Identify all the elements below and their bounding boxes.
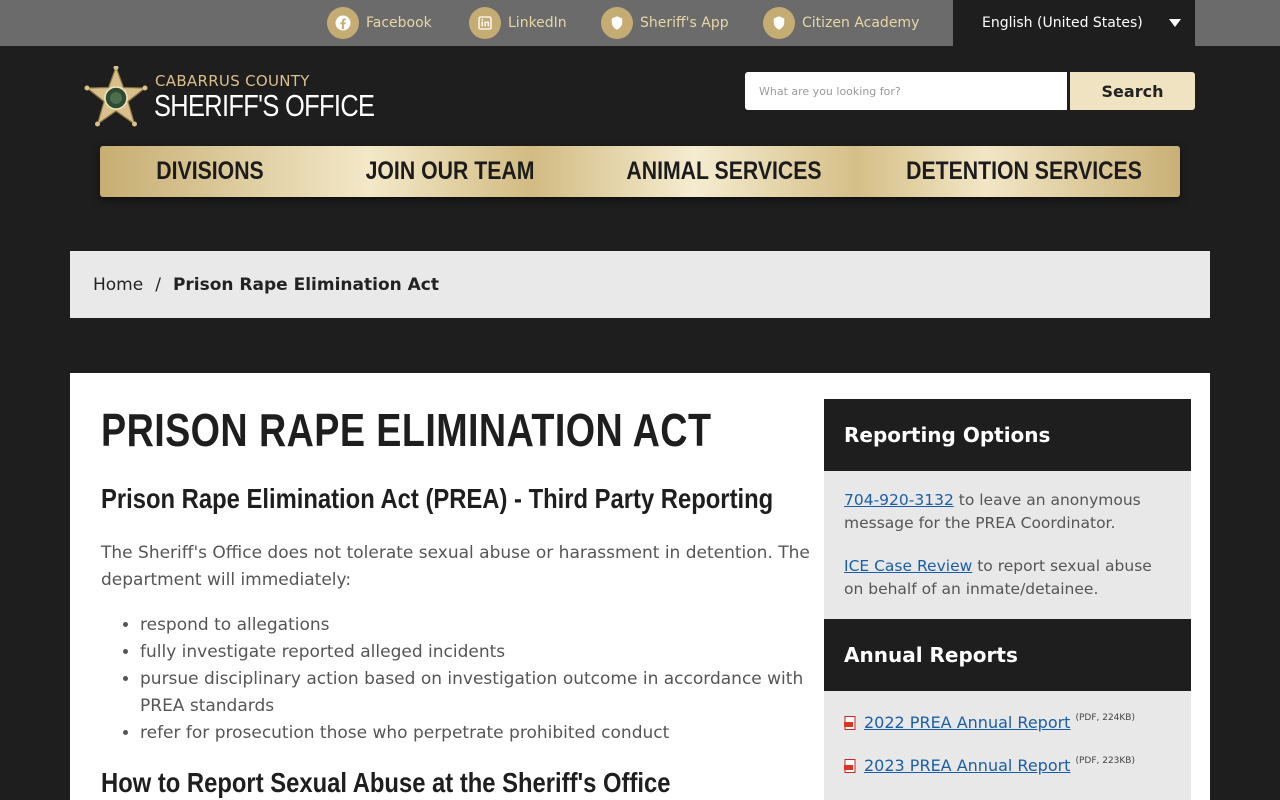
- linkedin-link[interactable]: LinkedIn: [469, 7, 567, 39]
- shield-icon: [763, 7, 795, 39]
- list-item: refer for prosecution those who perpetra…: [140, 720, 820, 747]
- facebook-label: Facebook: [366, 15, 432, 31]
- breadcrumb-current: Prison Rape Elimination Act: [172, 274, 440, 295]
- annual-reports-heading: Annual Reports: [824, 619, 1191, 691]
- sheriff-star-icon: [84, 66, 148, 127]
- logo-office-text: SHERIFF'S OFFICE: [154, 88, 375, 123]
- phone-paragraph: 704-920-3132 to leave an anonymous messa…: [844, 489, 1171, 535]
- search-button[interactable]: Search: [1070, 72, 1195, 110]
- report-2022-link[interactable]: 2022 PREA Annual Report: [864, 711, 1070, 734]
- reporting-options-heading: Reporting Options: [824, 399, 1191, 471]
- citizen-academy-label: Citizen Academy: [802, 15, 920, 31]
- list-item: pursue disciplinary action based on inve…: [140, 666, 820, 720]
- language-select[interactable]: English (United States): [953, 0, 1195, 46]
- citizen-academy-link[interactable]: Citizen Academy: [763, 7, 919, 39]
- list-item: respond to allegations: [140, 612, 820, 639]
- facebook-link[interactable]: Facebook: [327, 7, 432, 39]
- annual-reports-title: Annual Reports: [844, 643, 1018, 667]
- language-label: English (United States): [982, 15, 1143, 31]
- intro-paragraph: The Sheriff's Office does not tolerate s…: [101, 543, 810, 590]
- response-list: respond to allegations fully investigate…: [140, 612, 820, 747]
- report-2023-meta: (PDF, 223KB): [1075, 756, 1135, 766]
- ice-case-review-link[interactable]: ICE Case Review: [844, 557, 972, 575]
- linkedin-icon: [469, 7, 501, 39]
- site-logo[interactable]: CABARRUS COUNTY SHERIFF'S OFFICE: [84, 66, 384, 132]
- breadcrumb-home[interactable]: Home: [93, 275, 143, 295]
- nav-detention-services[interactable]: DETENTION SERVICES: [906, 146, 1142, 197]
- sheriffs-app-link[interactable]: Sheriff's App: [601, 7, 729, 39]
- search-input[interactable]: [745, 72, 1067, 110]
- top-utility-bar: Facebook LinkedIn Sheriff's App Citizen …: [0, 0, 1280, 46]
- pdf-icon: [844, 716, 856, 730]
- main-navigation: DIVISIONS JOIN OUR TEAM ANIMAL SERVICES …: [100, 146, 1180, 197]
- linkedin-label: LinkedIn: [508, 15, 567, 31]
- chevron-down-icon: [1169, 19, 1181, 27]
- page-title: PRISON RAPE ELIMINATION ACT: [101, 404, 712, 456]
- report-item: 2023 PREA Annual Report (PDF, 223KB): [844, 754, 1171, 777]
- section-heading-third-party: Prison Rape Elimination Act (PREA) - Thi…: [101, 483, 774, 514]
- report-2022-meta: (PDF, 224KB): [1075, 713, 1135, 723]
- annual-reports-body: 2022 PREA Annual Report (PDF, 224KB) 202…: [824, 691, 1191, 800]
- ice-paragraph: ICE Case Review to report sexual abuse o…: [844, 555, 1171, 601]
- nav-animal-services[interactable]: ANIMAL SERVICES: [626, 146, 821, 197]
- nav-join-our-team[interactable]: JOIN OUR TEAM: [366, 146, 535, 197]
- facebook-icon: [327, 7, 359, 39]
- sheriffs-app-label: Sheriff's App: [640, 15, 729, 31]
- breadcrumb-separator: /: [155, 274, 161, 295]
- reporting-options-body: 704-920-3132 to leave an anonymous messa…: [824, 471, 1191, 619]
- report-item: 2022 PREA Annual Report (PDF, 224KB): [844, 711, 1171, 734]
- shield-icon: [601, 7, 633, 39]
- pdf-icon: [844, 759, 856, 773]
- content-panel: PRISON RAPE ELIMINATION ACT Prison Rape …: [70, 373, 1210, 800]
- section-heading-how-to-report: How to Report Sexual Abuse at the Sherif…: [101, 767, 671, 798]
- reporting-options-title: Reporting Options: [844, 423, 1051, 447]
- phone-link[interactable]: 704-920-3132: [844, 491, 954, 509]
- nav-divisions[interactable]: DIVISIONS: [149, 146, 271, 197]
- report-2023-link[interactable]: 2023 PREA Annual Report: [864, 754, 1070, 777]
- list-item: fully investigate reported alleged incid…: [140, 639, 820, 666]
- breadcrumb: Home / Prison Rape Elimination Act: [70, 251, 1210, 318]
